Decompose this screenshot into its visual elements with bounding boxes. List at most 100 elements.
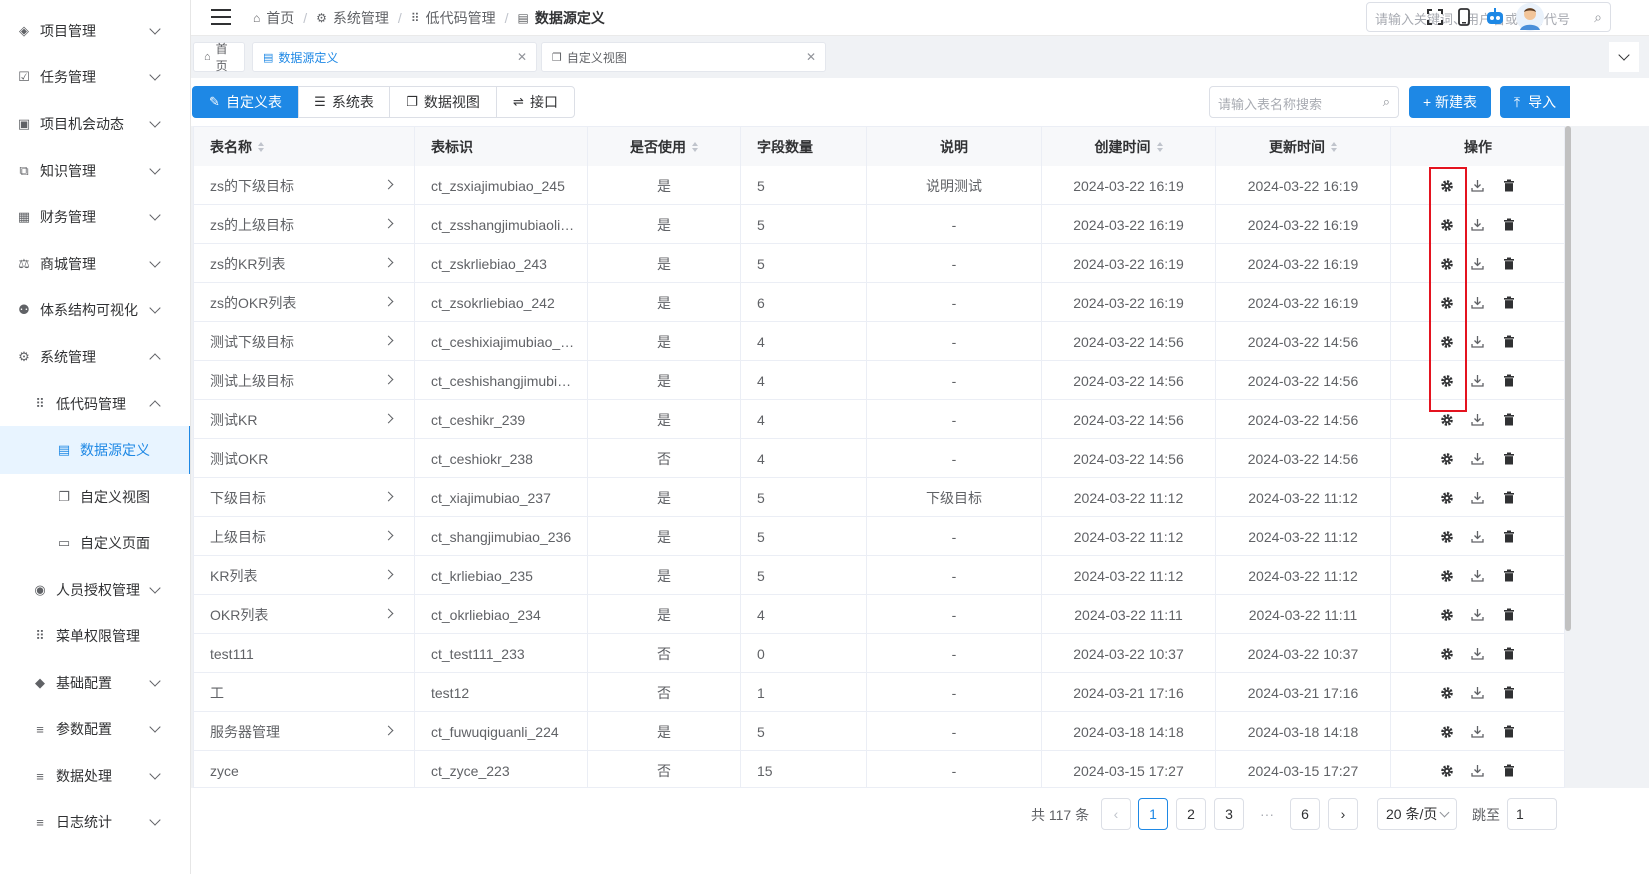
delete-icon[interactable] xyxy=(1500,645,1518,663)
delete-icon[interactable] xyxy=(1500,684,1518,702)
search-icon[interactable]: ⌕ xyxy=(1594,9,1602,26)
table-row[interactable]: 下级目标 ct_xiajimubiao_237 是 5 下级目标 2024-03-22 1… xyxy=(194,478,1564,517)
settings-icon[interactable] xyxy=(1438,762,1456,780)
table-row[interactable]: zs的KR列表 ct_zskrliebiao_243 是 5-2024-03-22 1… xyxy=(194,244,1564,283)
menu-toggle-icon[interactable] xyxy=(211,9,231,25)
page-size-select[interactable]: 20 条/页 xyxy=(1377,798,1457,830)
tab-datasource[interactable]: ▤ 数据源定义 ✕ xyxy=(252,42,537,72)
settings-icon[interactable] xyxy=(1438,645,1456,663)
sort-icon[interactable] xyxy=(258,141,264,152)
delete-icon[interactable] xyxy=(1500,762,1518,780)
sidebar-item[interactable]: ◉ 人员授权管理 xyxy=(0,566,190,614)
sidebar-item[interactable]: ◆ 基础配置 xyxy=(0,659,190,707)
avatar[interactable] xyxy=(1516,3,1544,31)
table-row[interactable]: 测试KR ct_ceshikr_239 是 4-2024-03-22 14:56 202… xyxy=(194,400,1564,439)
download-icon[interactable] xyxy=(1469,294,1487,312)
fullscreen-icon[interactable] xyxy=(1424,6,1446,28)
table-row[interactable]: zs的下级目标 ct_zsxiajimubiao_245 是 5 说明测试 2024-03… xyxy=(194,166,1564,205)
sidebar-item[interactable]: ▭ 自定义页面 xyxy=(0,519,190,567)
download-icon[interactable] xyxy=(1469,489,1487,507)
page-2[interactable]: 2 xyxy=(1176,798,1206,830)
sidebar-item[interactable]: ▤ 数据源定义 xyxy=(0,426,190,474)
table-scrollbar[interactable] xyxy=(1565,126,1571,631)
new-table-button[interactable]: + 新建表 xyxy=(1409,86,1491,118)
sidebar-item[interactable]: ▦ 财务管理 xyxy=(0,193,190,241)
sidebar-item[interactable]: ≡ 日志统计 xyxy=(0,798,190,846)
settings-icon[interactable] xyxy=(1438,489,1456,507)
sidebar-item[interactable]: ≡ 参数配置 xyxy=(0,705,190,753)
page-ellipsis[interactable]: ··· xyxy=(1252,798,1282,830)
download-icon[interactable] xyxy=(1469,177,1487,195)
delete-icon[interactable] xyxy=(1500,606,1518,624)
delete-icon[interactable] xyxy=(1500,177,1518,195)
delete-icon[interactable] xyxy=(1500,450,1518,468)
sidebar-item[interactable]: ⧉ 知识管理 xyxy=(0,147,190,195)
page-6[interactable]: 6 xyxy=(1290,798,1320,830)
table-row[interactable]: zyce ct_zyce_223 否 15-2024-03-15 17:27 2024-… xyxy=(194,751,1564,787)
download-icon[interactable] xyxy=(1469,645,1487,663)
page-1[interactable]: 1 xyxy=(1138,798,1168,830)
download-icon[interactable] xyxy=(1469,762,1487,780)
table-row[interactable]: KR列表 ct_krliebiao_235 是 5-2024-03-22 11:12 2… xyxy=(194,556,1564,595)
sort-icon[interactable] xyxy=(1156,141,1163,152)
next-page-button[interactable]: › xyxy=(1328,798,1358,830)
tab-data-views[interactable]: ❐ 数据视图 xyxy=(389,86,497,118)
breadcrumb-lowcode[interactable]: 低代码管理 xyxy=(426,8,496,28)
column-header[interactable]: 更新时间 xyxy=(1216,127,1391,166)
sidebar-item[interactable]: ⠿ 菜单权限管理 xyxy=(0,612,190,660)
download-icon[interactable] xyxy=(1469,372,1487,390)
delete-icon[interactable] xyxy=(1500,489,1518,507)
settings-icon[interactable] xyxy=(1438,411,1456,429)
download-icon[interactable] xyxy=(1469,528,1487,546)
settings-icon[interactable] xyxy=(1438,606,1456,624)
sidebar-item[interactable]: ☑ 任务管理 xyxy=(0,53,190,101)
table-row[interactable]: zs的上级目标 ct_zsshangjimubiaoli… 是 5-2024-03-2… xyxy=(194,205,1564,244)
download-icon[interactable] xyxy=(1469,684,1487,702)
table-search-input[interactable]: 请输入表名称搜索 ⌕ xyxy=(1209,86,1399,118)
delete-icon[interactable] xyxy=(1500,333,1518,351)
settings-icon[interactable] xyxy=(1438,528,1456,546)
mobile-icon[interactable] xyxy=(1453,6,1475,28)
tab-custom-view[interactable]: ❐ 自定义视图 ✕ xyxy=(541,42,826,72)
table-row[interactable]: 测试上级目标 ct_ceshishangjimubi… 是 4-2024-03-22 … xyxy=(194,361,1564,400)
sidebar-item[interactable]: ❐ 自定义视图 xyxy=(0,473,190,521)
page-3[interactable]: 3 xyxy=(1214,798,1244,830)
download-icon[interactable] xyxy=(1469,450,1487,468)
delete-icon[interactable] xyxy=(1500,294,1518,312)
download-icon[interactable] xyxy=(1469,255,1487,273)
delete-icon[interactable] xyxy=(1500,567,1518,585)
breadcrumb-home[interactable]: 首页 xyxy=(266,8,294,28)
delete-icon[interactable] xyxy=(1500,528,1518,546)
tab-home[interactable]: ⌂ 首页 xyxy=(193,42,245,73)
delete-icon[interactable] xyxy=(1500,372,1518,390)
download-icon[interactable] xyxy=(1469,333,1487,351)
sort-icon[interactable] xyxy=(1331,141,1337,152)
settings-icon[interactable] xyxy=(1438,684,1456,702)
table-row[interactable]: 服务器管理 ct_fuwuqiguanli_224 是 5-2024-03-18 14… xyxy=(194,712,1564,751)
sidebar-item[interactable]: ⚉ 体系结构可视化 xyxy=(0,286,190,334)
table-row[interactable]: 上级目标 ct_shangjimubiao_236 是 5-2024-03-22 11… xyxy=(194,517,1564,556)
delete-icon[interactable] xyxy=(1500,411,1518,429)
settings-icon[interactable] xyxy=(1438,450,1456,468)
table-row[interactable]: test111 ct_test111_233 否 0-2024-03-22 10:37… xyxy=(194,634,1564,673)
column-header[interactable]: 是否使用 xyxy=(588,127,741,166)
tab-interfaces[interactable]: ⇌ 接口 xyxy=(496,86,575,118)
download-icon[interactable] xyxy=(1469,606,1487,624)
close-icon[interactable]: ✕ xyxy=(806,50,816,64)
settings-icon[interactable] xyxy=(1438,723,1456,741)
breadcrumb-system[interactable]: 系统管理 xyxy=(333,8,389,28)
close-icon[interactable]: ✕ xyxy=(517,50,527,64)
tab-custom-tables[interactable]: ✎ 自定义表 xyxy=(192,86,299,118)
search-icon[interactable]: ⌕ xyxy=(1383,94,1390,110)
delete-icon[interactable] xyxy=(1500,723,1518,741)
download-icon[interactable] xyxy=(1469,216,1487,234)
download-icon[interactable] xyxy=(1469,723,1487,741)
tab-system-tables[interactable]: ☰ 系统表 xyxy=(298,86,390,118)
tabs-dropdown-button[interactable] xyxy=(1609,42,1639,72)
sidebar-item[interactable]: ⚖ 商城管理 xyxy=(0,240,190,288)
sidebar-item[interactable]: ⠿ 低代码管理 xyxy=(0,380,190,428)
sort-icon[interactable] xyxy=(692,141,698,152)
column-header[interactable]: 创建时间 xyxy=(1042,127,1216,166)
sidebar-item[interactable]: ◈ 项目管理 xyxy=(0,7,190,55)
table-row[interactable]: 测试下级目标 ct_ceshixiajimubiao_… 是 4-2024-03-22… xyxy=(194,322,1564,361)
